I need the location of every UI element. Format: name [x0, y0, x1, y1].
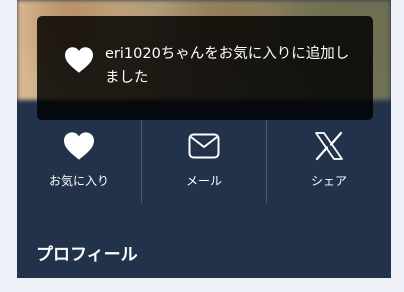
share-button[interactable]: シェア [266, 115, 391, 203]
action-bar: お気に入り メール シェア [17, 115, 391, 203]
favorite-toast: eri1020ちゃんをお気に入りに追加しました [37, 16, 373, 120]
mail-button[interactable]: メール [141, 115, 266, 203]
mail-label: メール [185, 174, 222, 188]
profile-section-title: プロフィール [36, 245, 138, 265]
mail-icon [188, 129, 220, 163]
favorite-button[interactable]: お気に入り [17, 115, 141, 203]
favorite-label: お気に入り [48, 174, 109, 188]
toast-message: eri1020ちゃんをお気に入りに追加しました [105, 46, 350, 86]
heart-icon [62, 129, 96, 163]
x-logo-icon [314, 129, 344, 163]
heart-icon [65, 47, 93, 73]
share-label: シェア [310, 174, 347, 188]
